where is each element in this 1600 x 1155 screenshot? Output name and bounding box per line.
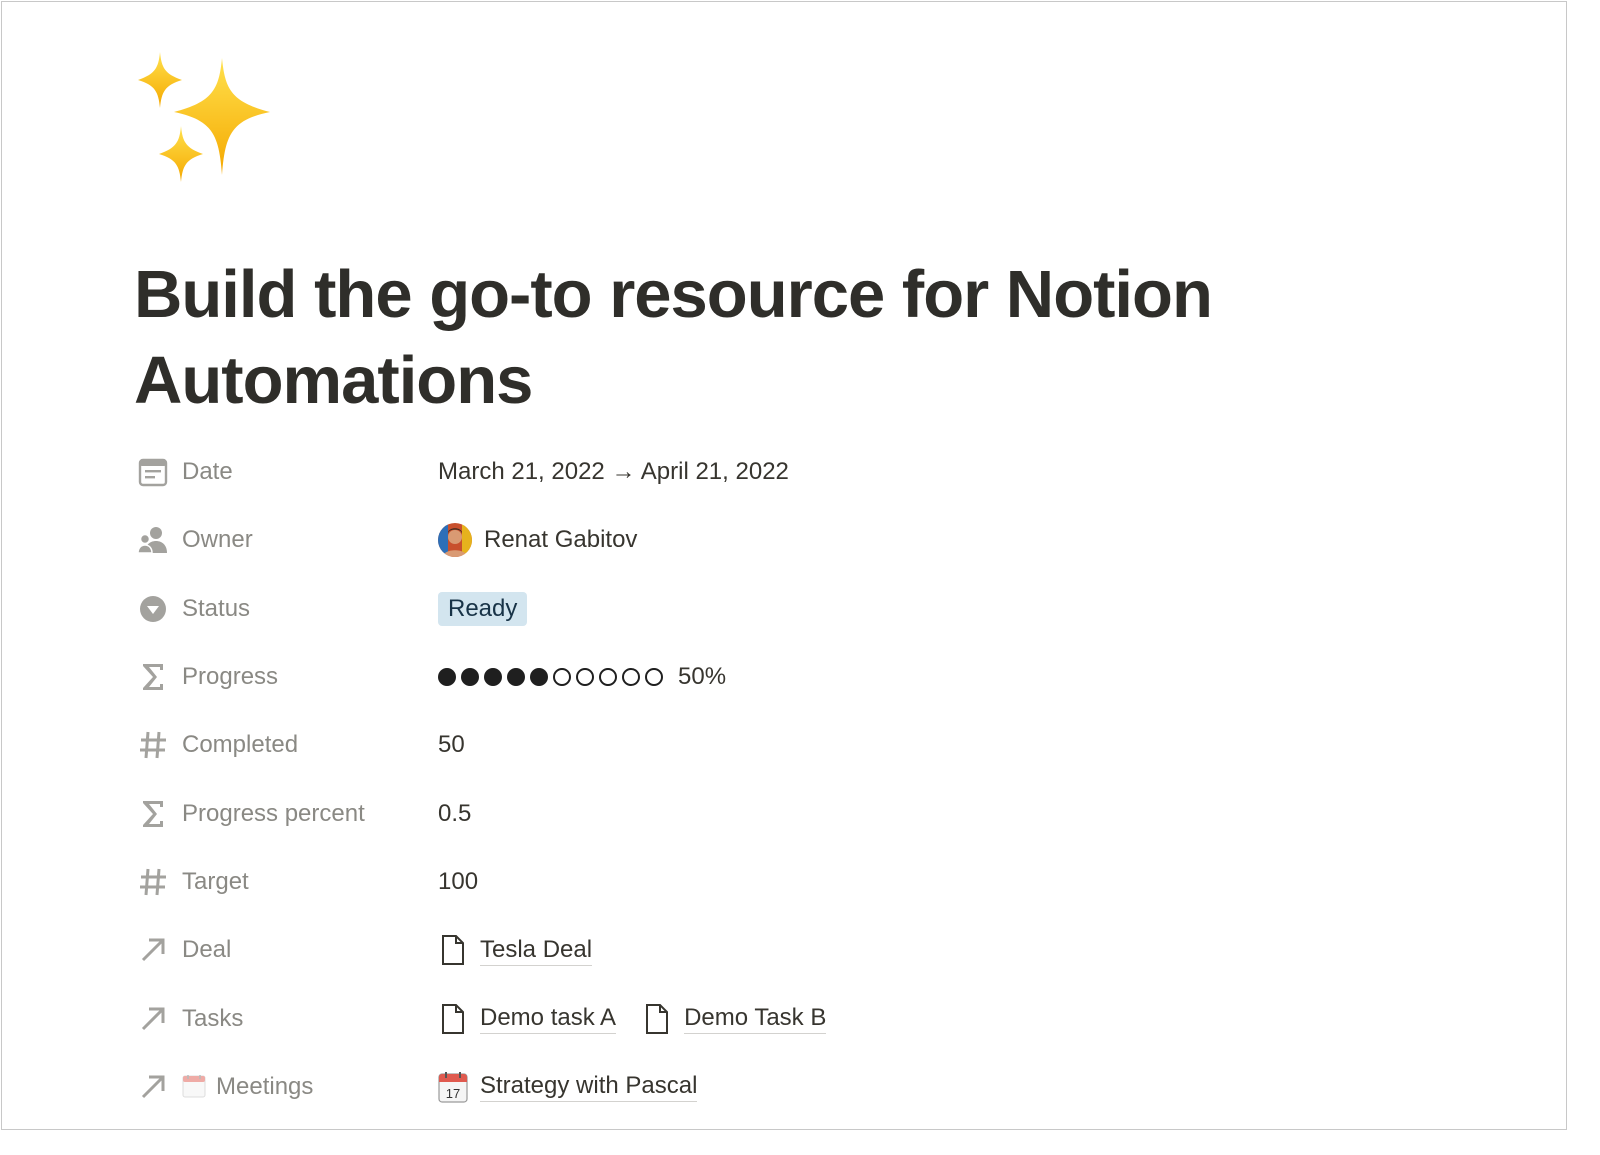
progress-dot-filled — [530, 668, 548, 687]
progress-dot-filled — [461, 668, 479, 687]
progress-dot-empty — [599, 668, 617, 687]
property-label-target[interactable]: Target — [136, 861, 436, 903]
property-label-progress[interactable]: Progress — [136, 656, 436, 698]
property-label-tasks[interactable]: Tasks — [136, 998, 436, 1040]
arrow-up-right-icon — [136, 933, 170, 967]
date-range-text: March 21, 2022 → April 21, 2022 — [438, 458, 789, 486]
property-label-text: Date — [182, 458, 233, 486]
target-value: 100 — [438, 867, 479, 895]
calendar-emoji-icon — [182, 1074, 208, 1100]
property-label-text: Owner — [182, 526, 253, 554]
progress-dot-empty — [576, 668, 594, 687]
progress-dot-empty — [645, 668, 663, 687]
calendar-icon — [136, 455, 170, 489]
calendar-emoji-icon: 17 — [438, 1071, 468, 1103]
property-label-progress-percent[interactable]: Progress percent — [136, 793, 436, 835]
property-row-progress-percent: Progress percent 0.5 — [136, 779, 1336, 847]
completed-value: 50 — [438, 731, 465, 759]
property-value-completed[interactable]: 50 — [436, 724, 1336, 766]
owner-name: Renat Gabitov — [484, 526, 638, 554]
relation-link-text: Demo Task B — [684, 1003, 827, 1035]
property-value-progress[interactable]: 50% — [436, 656, 1336, 698]
property-row-meetings: Meetings 17 Strategy with Pascal — [136, 1053, 1336, 1121]
property-value-progress-percent[interactable]: 0.5 — [436, 793, 1336, 835]
property-row-deal: Deal Tesla Deal — [136, 916, 1336, 984]
property-label-text: Meetings — [216, 1072, 314, 1100]
property-label-text: Deal — [182, 936, 232, 964]
property-row-owner: Owner Renat Gabitov — [136, 506, 1336, 574]
property-label-text: Progress percent — [182, 799, 365, 827]
sigma-icon — [136, 797, 170, 831]
sparkles-icon[interactable] — [132, 50, 277, 185]
hash-icon — [136, 865, 170, 899]
progress-indicator — [438, 668, 668, 687]
property-row-tasks: Tasks Demo task A Demo Task B — [136, 984, 1336, 1052]
property-value-owner[interactable]: Renat Gabitov — [436, 519, 1336, 561]
property-value-status[interactable]: Ready — [436, 588, 1336, 630]
page-title[interactable]: Build the go-to resource for Notion Auto… — [134, 252, 1384, 424]
hash-icon — [136, 728, 170, 762]
status-badge[interactable]: Ready — [438, 591, 528, 626]
relation-link-text: Demo task A — [480, 1003, 617, 1035]
property-label-text: Completed — [182, 731, 299, 759]
property-label-text: Progress — [182, 663, 279, 691]
property-row-target: Target 100 — [136, 848, 1336, 916]
relation-link[interactable]: 17 Strategy with Pascal — [438, 1071, 698, 1103]
relation-link[interactable]: Demo Task B — [642, 1003, 827, 1035]
property-row-progress: Progress 50% — [136, 643, 1336, 711]
property-row-date: Date March 21, 2022 → April 21, 2022 — [136, 438, 1336, 506]
avatar[interactable] — [438, 523, 472, 558]
progress-dot-filled — [484, 668, 502, 687]
page-icon — [438, 1003, 468, 1035]
page-icon — [642, 1003, 672, 1035]
svg-text:17: 17 — [446, 1086, 460, 1101]
relation-link-text: Strategy with Pascal — [480, 1071, 698, 1103]
property-value-date[interactable]: March 21, 2022 → April 21, 2022 — [436, 451, 1336, 493]
property-label-owner[interactable]: Owner — [136, 519, 436, 561]
relation-link-text: Tesla Deal — [480, 935, 593, 966]
property-label-meetings[interactable]: Meetings — [136, 1066, 436, 1108]
progress-text: 50% — [678, 663, 727, 691]
property-value-target[interactable]: 100 — [436, 861, 1336, 903]
property-label-text: Status — [182, 594, 251, 622]
arrow-up-right-icon — [136, 1070, 170, 1104]
property-value-deal: Tesla Deal — [436, 929, 1336, 971]
progress-dot-empty — [553, 668, 571, 687]
progress-percent-value: 0.5 — [438, 799, 472, 827]
relation-link[interactable]: Demo task A — [438, 1003, 617, 1035]
progress-dot-filled — [438, 668, 456, 687]
property-value-meetings: 17 Strategy with Pascal — [436, 1066, 1336, 1108]
property-label-deal[interactable]: Deal — [136, 929, 436, 971]
relation-link[interactable]: Tesla Deal — [438, 934, 593, 966]
status-icon — [136, 592, 170, 626]
property-label-status[interactable]: Status — [136, 588, 436, 630]
person-icon — [136, 523, 170, 557]
progress-dot-empty — [622, 668, 640, 687]
property-row-status: Status Ready — [136, 575, 1336, 643]
arrow-up-right-icon — [136, 1002, 170, 1036]
progress-dot-filled — [507, 668, 525, 687]
property-label-text: Tasks — [182, 1004, 244, 1032]
page-icon — [438, 934, 468, 966]
sigma-icon — [136, 660, 170, 694]
property-row-completed: Completed 50 — [136, 711, 1336, 779]
property-label-completed[interactable]: Completed — [136, 724, 436, 766]
page-frame: Build the go-to resource for Notion Auto… — [1, 1, 1567, 1130]
property-value-tasks: Demo task A Demo Task B — [436, 998, 1336, 1040]
property-label-date[interactable]: Date — [136, 451, 436, 493]
properties-list: Date March 21, 2022 → April 21, 2022 Own… — [136, 438, 1336, 1121]
property-label-text: Target — [182, 867, 249, 895]
